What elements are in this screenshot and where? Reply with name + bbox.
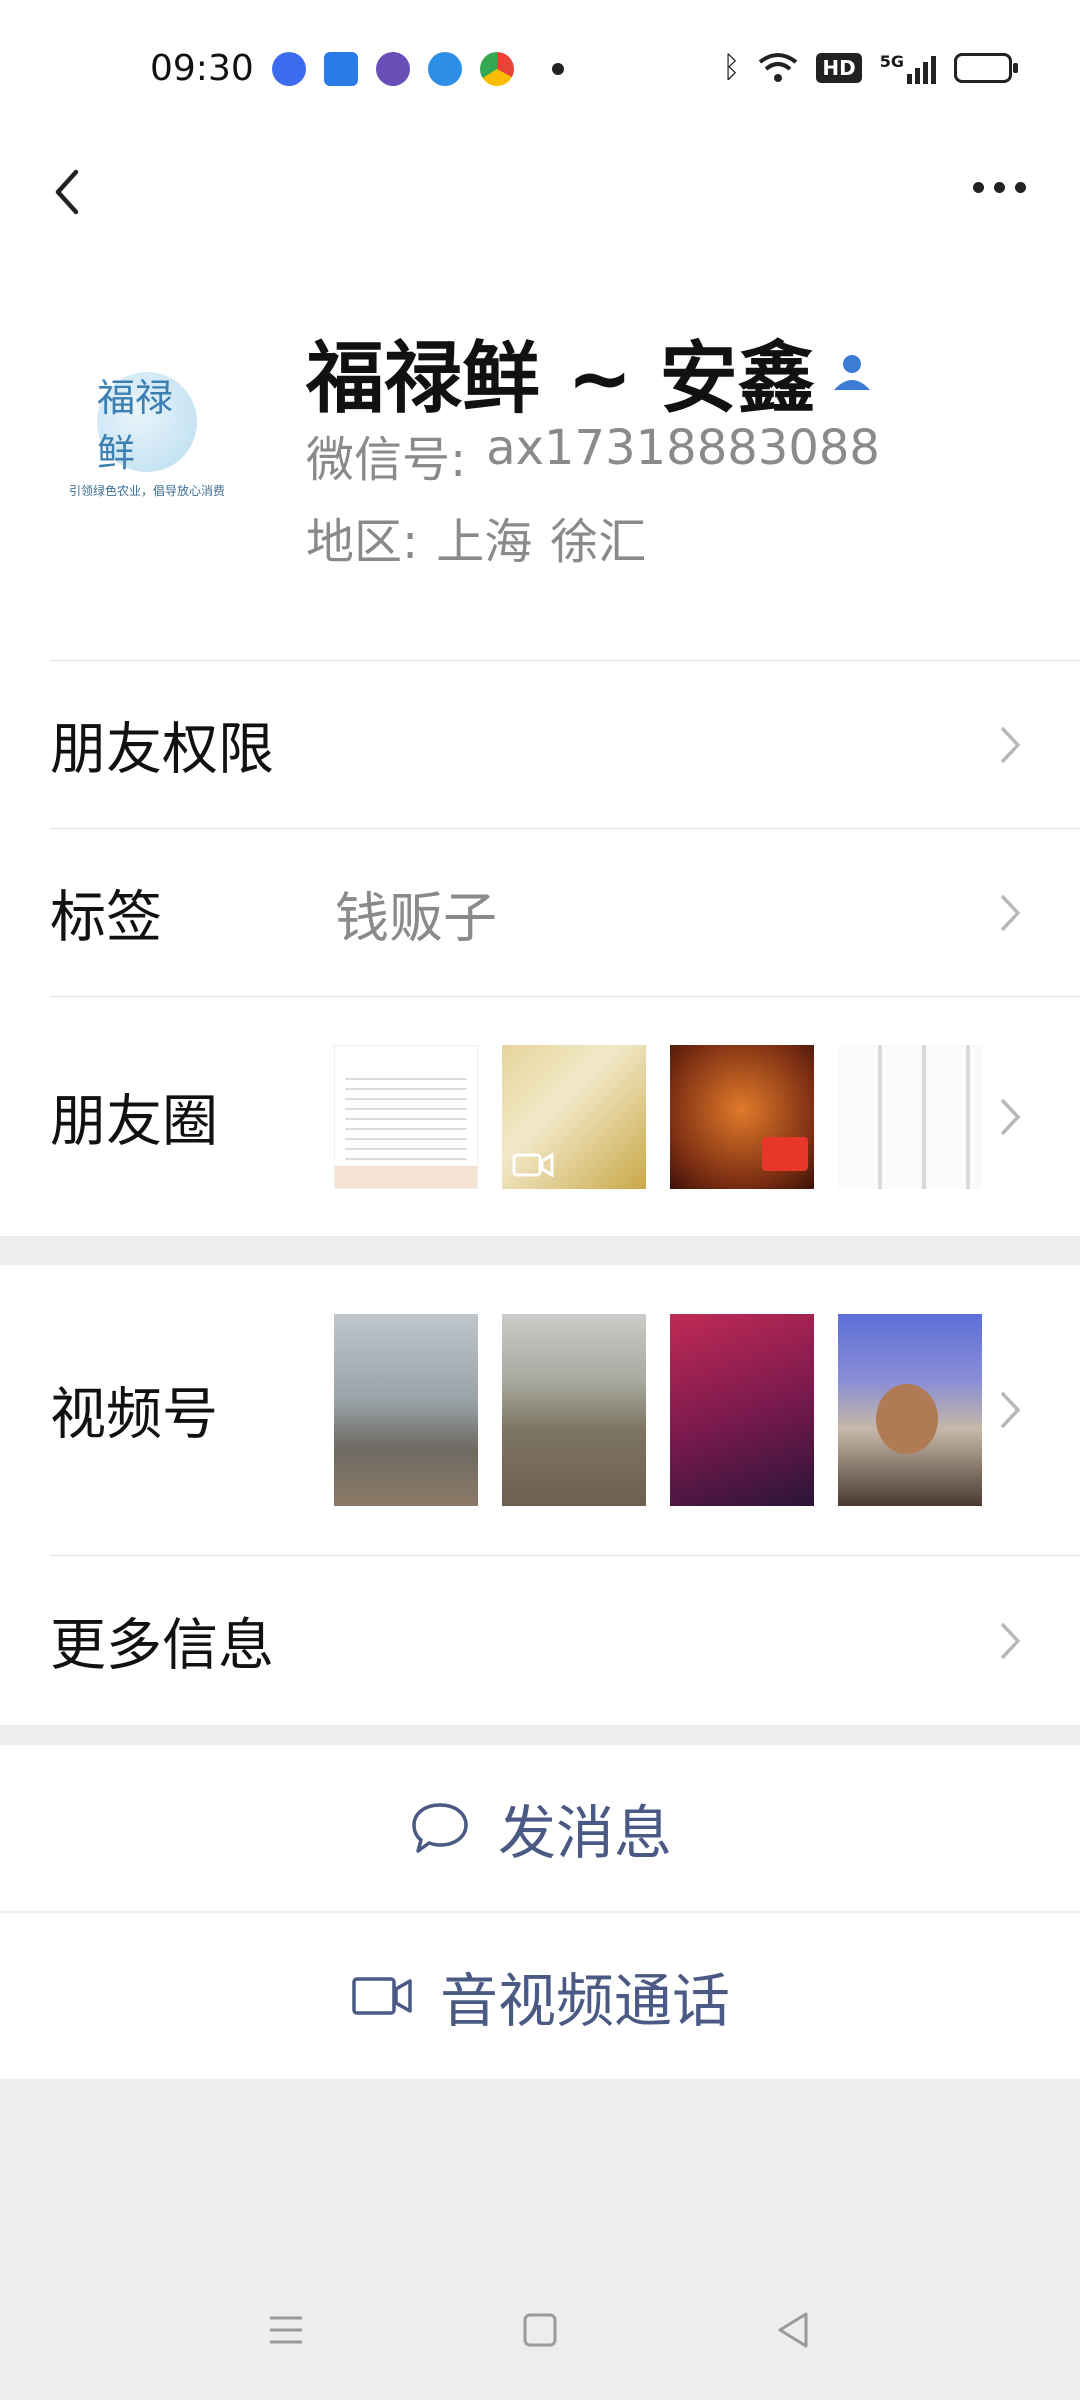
top-nav bbox=[0, 140, 1080, 280]
row-label: 视频号 bbox=[50, 1382, 218, 1448]
home-icon[interactable] bbox=[518, 2308, 562, 2352]
chrome-icon bbox=[480, 52, 514, 86]
row-label: 朋友圈 bbox=[50, 1089, 218, 1154]
hd-badge: HD bbox=[816, 52, 862, 83]
send-message-button[interactable]: 发消息 bbox=[0, 1745, 1080, 1911]
chevron-right-icon bbox=[1000, 1391, 1021, 1429]
video-camera-icon bbox=[352, 1977, 412, 2015]
channel-thumbnail[interactable] bbox=[502, 1314, 646, 1506]
avatar-slogan: 引领绿色农业，倡导放心消费 bbox=[68, 483, 225, 498]
row-label: 朋友权限 bbox=[50, 717, 274, 782]
more-icon[interactable] bbox=[973, 182, 1026, 193]
baidu-icon bbox=[272, 52, 306, 86]
avatar[interactable]: 福禄鲜 引领绿色农业，倡导放心消费 bbox=[52, 340, 242, 530]
row-moments[interactable]: 朋友圈 bbox=[50, 996, 1080, 1236]
info-list-section-2: 视频号 更多信息 bbox=[0, 1265, 1080, 1725]
status-time: 09:30 bbox=[150, 48, 254, 89]
profile-name: 福禄鲜 ~ 安鑫 bbox=[306, 334, 816, 424]
person-badge-icon bbox=[833, 355, 870, 390]
system-nav-bar bbox=[0, 2260, 1080, 2400]
row-label: 更多信息 bbox=[50, 1613, 274, 1678]
moment-thumbnail[interactable] bbox=[334, 1044, 478, 1189]
chevron-right-icon bbox=[1000, 1098, 1021, 1135]
video-icon bbox=[512, 1151, 554, 1178]
region-label: 地区: bbox=[306, 514, 419, 570]
chevron-left-icon[interactable] bbox=[40, 162, 100, 222]
video-call-label: 音视频通话 bbox=[439, 1967, 730, 2035]
row-channels[interactable]: 视频号 bbox=[50, 1265, 1080, 1555]
region-district: 徐汇 bbox=[550, 514, 647, 570]
video-call-button[interactable]: 音视频通话 bbox=[0, 1913, 1080, 2079]
chat-bubble-icon bbox=[412, 1803, 468, 1853]
profile-header: 福禄鲜 引领绿色农业，倡导放心消费 福禄鲜 ~ 安鑫 微信号: ax173188… bbox=[0, 280, 1080, 660]
wechat-id-label: 微信号: bbox=[306, 432, 467, 488]
row-more-info[interactable]: 更多信息 bbox=[50, 1555, 1080, 1725]
circle-app-icon bbox=[428, 52, 462, 86]
wechat-id-value: ax17318883088 bbox=[486, 420, 880, 476]
send-message-label: 发消息 bbox=[497, 1799, 672, 1867]
avatar-logo: 福禄鲜 bbox=[97, 371, 197, 475]
row-label: 标签 bbox=[50, 885, 162, 950]
row-value: 钱贩子 bbox=[335, 886, 497, 949]
profile-name-row: 福禄鲜 ~ 安鑫 bbox=[306, 316, 876, 428]
back-icon[interactable] bbox=[772, 2308, 816, 2352]
status-app-icons bbox=[272, 52, 564, 86]
channel-thumbnail[interactable] bbox=[838, 1314, 982, 1506]
signal-icon: 5G bbox=[880, 52, 936, 84]
region: 地区: 上海 徐汇 bbox=[306, 502, 646, 572]
wifi-icon bbox=[759, 52, 798, 82]
bluetooth-icon: ᛒ bbox=[722, 50, 741, 85]
row-friend-permissions[interactable]: 朋友权限 bbox=[50, 660, 1080, 828]
moment-thumbnail[interactable] bbox=[670, 1044, 814, 1189]
battery-icon bbox=[954, 52, 1018, 83]
moments-thumbnails bbox=[334, 1044, 982, 1189]
browser-icon bbox=[376, 52, 410, 86]
region-city: 上海 bbox=[436, 514, 533, 570]
channel-thumbnail[interactable] bbox=[670, 1314, 814, 1506]
menu-icon[interactable] bbox=[264, 2308, 308, 2352]
status-bar: 09:30 ᛒ HD 5G bbox=[0, 0, 1080, 140]
chevron-right-icon bbox=[1000, 1622, 1021, 1659]
status-indicators: ᛒ HD 5G bbox=[722, 50, 1018, 85]
info-list-section-1: 朋友权限 标签 钱贩子 朋友圈 bbox=[0, 660, 1080, 1236]
network-type: 5G bbox=[879, 51, 904, 71]
app-icon bbox=[324, 52, 358, 86]
wechat-id: 微信号: ax17318883088 bbox=[306, 420, 880, 490]
chevron-right-icon bbox=[1000, 894, 1021, 931]
notification-dot bbox=[552, 63, 564, 75]
chevron-right-icon bbox=[1000, 726, 1021, 763]
channel-thumbnail[interactable] bbox=[334, 1314, 478, 1506]
channels-thumbnails bbox=[334, 1314, 982, 1506]
row-tags[interactable]: 标签 钱贩子 bbox=[50, 828, 1080, 996]
moment-thumbnail-video[interactable] bbox=[502, 1044, 646, 1189]
moment-thumbnail[interactable] bbox=[838, 1044, 982, 1189]
